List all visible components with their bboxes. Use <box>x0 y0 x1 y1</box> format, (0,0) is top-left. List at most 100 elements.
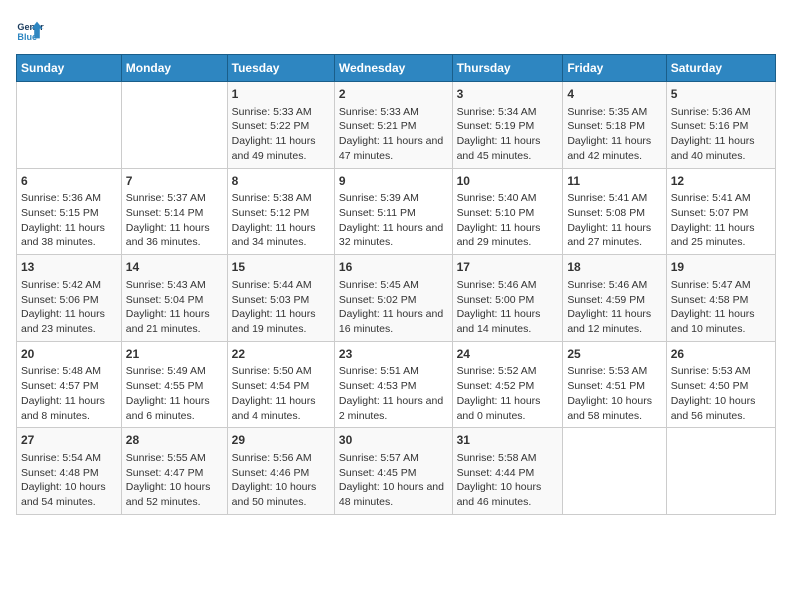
day-number: 30 <box>339 432 448 449</box>
day-number: 25 <box>567 346 661 363</box>
week-row-2: 6Sunrise: 5:36 AM Sunset: 5:15 PM Daylig… <box>17 168 776 255</box>
cell-content: Sunrise: 5:57 AM Sunset: 4:45 PM Dayligh… <box>339 451 448 510</box>
cell-content: Sunrise: 5:36 AM Sunset: 5:15 PM Dayligh… <box>21 191 117 250</box>
calendar-cell: 14Sunrise: 5:43 AM Sunset: 5:04 PM Dayli… <box>121 255 227 342</box>
weekday-header-friday: Friday <box>563 55 666 82</box>
day-number: 7 <box>126 173 223 190</box>
calendar-cell: 19Sunrise: 5:47 AM Sunset: 4:58 PM Dayli… <box>666 255 775 342</box>
day-number: 5 <box>671 86 771 103</box>
day-number: 27 <box>21 432 117 449</box>
svg-text:Blue: Blue <box>17 32 37 42</box>
day-number: 21 <box>126 346 223 363</box>
calendar-cell: 21Sunrise: 5:49 AM Sunset: 4:55 PM Dayli… <box>121 341 227 428</box>
cell-content: Sunrise: 5:33 AM Sunset: 5:22 PM Dayligh… <box>232 105 330 164</box>
cell-content: Sunrise: 5:46 AM Sunset: 5:00 PM Dayligh… <box>457 278 559 337</box>
weekday-header-sunday: Sunday <box>17 55 122 82</box>
week-row-4: 20Sunrise: 5:48 AM Sunset: 4:57 PM Dayli… <box>17 341 776 428</box>
cell-content: Sunrise: 5:35 AM Sunset: 5:18 PM Dayligh… <box>567 105 661 164</box>
calendar-cell: 25Sunrise: 5:53 AM Sunset: 4:51 PM Dayli… <box>563 341 666 428</box>
cell-content: Sunrise: 5:44 AM Sunset: 5:03 PM Dayligh… <box>232 278 330 337</box>
calendar-cell <box>17 82 122 169</box>
day-number: 26 <box>671 346 771 363</box>
day-number: 15 <box>232 259 330 276</box>
day-number: 22 <box>232 346 330 363</box>
calendar-cell: 8Sunrise: 5:38 AM Sunset: 5:12 PM Daylig… <box>227 168 334 255</box>
day-number: 18 <box>567 259 661 276</box>
cell-content: Sunrise: 5:50 AM Sunset: 4:54 PM Dayligh… <box>232 364 330 423</box>
weekday-header-tuesday: Tuesday <box>227 55 334 82</box>
cell-content: Sunrise: 5:42 AM Sunset: 5:06 PM Dayligh… <box>21 278 117 337</box>
calendar-cell: 16 Sunrise: 5:45 AM Sunset: 5:02 PM Dayli… <box>334 255 452 342</box>
calendar-cell: 31 Sunrise: 5:58 AM Sunset: 4:44 PM Dayli… <box>452 428 563 515</box>
cell-content: Sunrise: 5:53 AM Sunset: 4:50 PM Dayligh… <box>671 364 771 423</box>
calendar-cell: 6Sunrise: 5:36 AM Sunset: 5:15 PM Daylig… <box>17 168 122 255</box>
day-number: 31 <box>457 432 559 449</box>
cell-content: Sunrise: 5:41 AM Sunset: 5:08 PM Dayligh… <box>567 191 661 250</box>
day-number: 24 <box>457 346 559 363</box>
cell-content: Sunrise: 5:40 AM Sunset: 5:10 PM Dayligh… <box>457 191 559 250</box>
cell-content: Sunrise: 5:47 AM Sunset: 4:58 PM Dayligh… <box>671 278 771 337</box>
calendar-cell: 9Sunrise: 5:39 AM Sunset: 5:11 PM Daylig… <box>334 168 452 255</box>
calendar-cell: 22Sunrise: 5:50 AM Sunset: 4:54 PM Dayli… <box>227 341 334 428</box>
cell-content: Sunrise: 5:34 AM Sunset: 5:19 PM Dayligh… <box>457 105 559 164</box>
week-row-1: 1Sunrise: 5:33 AM Sunset: 5:22 PM Daylig… <box>17 82 776 169</box>
day-number: 11 <box>567 173 661 190</box>
page-header: General Blue <box>16 16 776 44</box>
day-number: 23 <box>339 346 448 363</box>
cell-content: Sunrise: 5:53 AM Sunset: 4:51 PM Dayligh… <box>567 364 661 423</box>
day-number: 2 <box>339 86 448 103</box>
cell-content: Sunrise: 5:48 AM Sunset: 4:57 PM Dayligh… <box>21 364 117 423</box>
calendar-cell: 23Sunrise: 5:51 AM Sunset: 4:53 PM Dayli… <box>334 341 452 428</box>
day-number: 3 <box>457 86 559 103</box>
calendar-cell: 5 Sunrise: 5:36 AM Sunset: 5:16 PM Daylig… <box>666 82 775 169</box>
logo: General Blue <box>16 16 44 44</box>
calendar-cell <box>666 428 775 515</box>
calendar-cell: 13Sunrise: 5:42 AM Sunset: 5:06 PM Dayli… <box>17 255 122 342</box>
day-number: 12 <box>671 173 771 190</box>
cell-content: Sunrise: 5:55 AM Sunset: 4:47 PM Dayligh… <box>126 451 223 510</box>
calendar-cell: 12Sunrise: 5:41 AM Sunset: 5:07 PM Dayli… <box>666 168 775 255</box>
week-row-5: 27 Sunrise: 5:54 AM Sunset: 4:48 PM Dayli… <box>17 428 776 515</box>
day-number: 10 <box>457 173 559 190</box>
calendar-table: SundayMondayTuesdayWednesdayThursdayFrid… <box>16 54 776 515</box>
weekday-header-monday: Monday <box>121 55 227 82</box>
calendar-cell: 3 Sunrise: 5:34 AM Sunset: 5:19 PM Daylig… <box>452 82 563 169</box>
calendar-cell: 4 Sunrise: 5:35 AM Sunset: 5:18 PM Daylig… <box>563 82 666 169</box>
cell-content: Sunrise: 5:33 AM Sunset: 5:21 PM Dayligh… <box>339 105 448 164</box>
calendar-cell: 20Sunrise: 5:48 AM Sunset: 4:57 PM Dayli… <box>17 341 122 428</box>
calendar-cell: 2 Sunrise: 5:33 AM Sunset: 5:21 PM Daylig… <box>334 82 452 169</box>
calendar-cell: 27 Sunrise: 5:54 AM Sunset: 4:48 PM Dayli… <box>17 428 122 515</box>
calendar-cell: 15 Sunrise: 5:44 AM Sunset: 5:03 PM Dayli… <box>227 255 334 342</box>
calendar-cell: 10Sunrise: 5:40 AM Sunset: 5:10 PM Dayli… <box>452 168 563 255</box>
cell-content: Sunrise: 5:39 AM Sunset: 5:11 PM Dayligh… <box>339 191 448 250</box>
cell-content: Sunrise: 5:38 AM Sunset: 5:12 PM Dayligh… <box>232 191 330 250</box>
cell-content: Sunrise: 5:58 AM Sunset: 4:44 PM Dayligh… <box>457 451 559 510</box>
cell-content: Sunrise: 5:36 AM Sunset: 5:16 PM Dayligh… <box>671 105 771 164</box>
logo-icon: General Blue <box>16 16 44 44</box>
cell-content: Sunrise: 5:54 AM Sunset: 4:48 PM Dayligh… <box>21 451 117 510</box>
weekday-header-wednesday: Wednesday <box>334 55 452 82</box>
cell-content: Sunrise: 5:49 AM Sunset: 4:55 PM Dayligh… <box>126 364 223 423</box>
weekday-header-saturday: Saturday <box>666 55 775 82</box>
calendar-cell: 1Sunrise: 5:33 AM Sunset: 5:22 PM Daylig… <box>227 82 334 169</box>
cell-content: Sunrise: 5:56 AM Sunset: 4:46 PM Dayligh… <box>232 451 330 510</box>
calendar-cell: 18Sunrise: 5:46 AM Sunset: 4:59 PM Dayli… <box>563 255 666 342</box>
cell-content: Sunrise: 5:51 AM Sunset: 4:53 PM Dayligh… <box>339 364 448 423</box>
day-number: 29 <box>232 432 330 449</box>
calendar-cell <box>563 428 666 515</box>
calendar-cell: 30 Sunrise: 5:57 AM Sunset: 4:45 PM Dayli… <box>334 428 452 515</box>
calendar-cell: 26Sunrise: 5:53 AM Sunset: 4:50 PM Dayli… <box>666 341 775 428</box>
cell-content: Sunrise: 5:52 AM Sunset: 4:52 PM Dayligh… <box>457 364 559 423</box>
calendar-cell: 17 Sunrise: 5:46 AM Sunset: 5:00 PM Dayli… <box>452 255 563 342</box>
calendar-cell: 29 Sunrise: 5:56 AM Sunset: 4:46 PM Dayli… <box>227 428 334 515</box>
weekday-header-thursday: Thursday <box>452 55 563 82</box>
calendar-cell: 28Sunrise: 5:55 AM Sunset: 4:47 PM Dayli… <box>121 428 227 515</box>
day-number: 9 <box>339 173 448 190</box>
day-number: 16 <box>339 259 448 276</box>
cell-content: Sunrise: 5:45 AM Sunset: 5:02 PM Dayligh… <box>339 278 448 337</box>
calendar-cell: 11Sunrise: 5:41 AM Sunset: 5:08 PM Dayli… <box>563 168 666 255</box>
day-number: 8 <box>232 173 330 190</box>
day-number: 17 <box>457 259 559 276</box>
week-row-3: 13Sunrise: 5:42 AM Sunset: 5:06 PM Dayli… <box>17 255 776 342</box>
day-number: 4 <box>567 86 661 103</box>
